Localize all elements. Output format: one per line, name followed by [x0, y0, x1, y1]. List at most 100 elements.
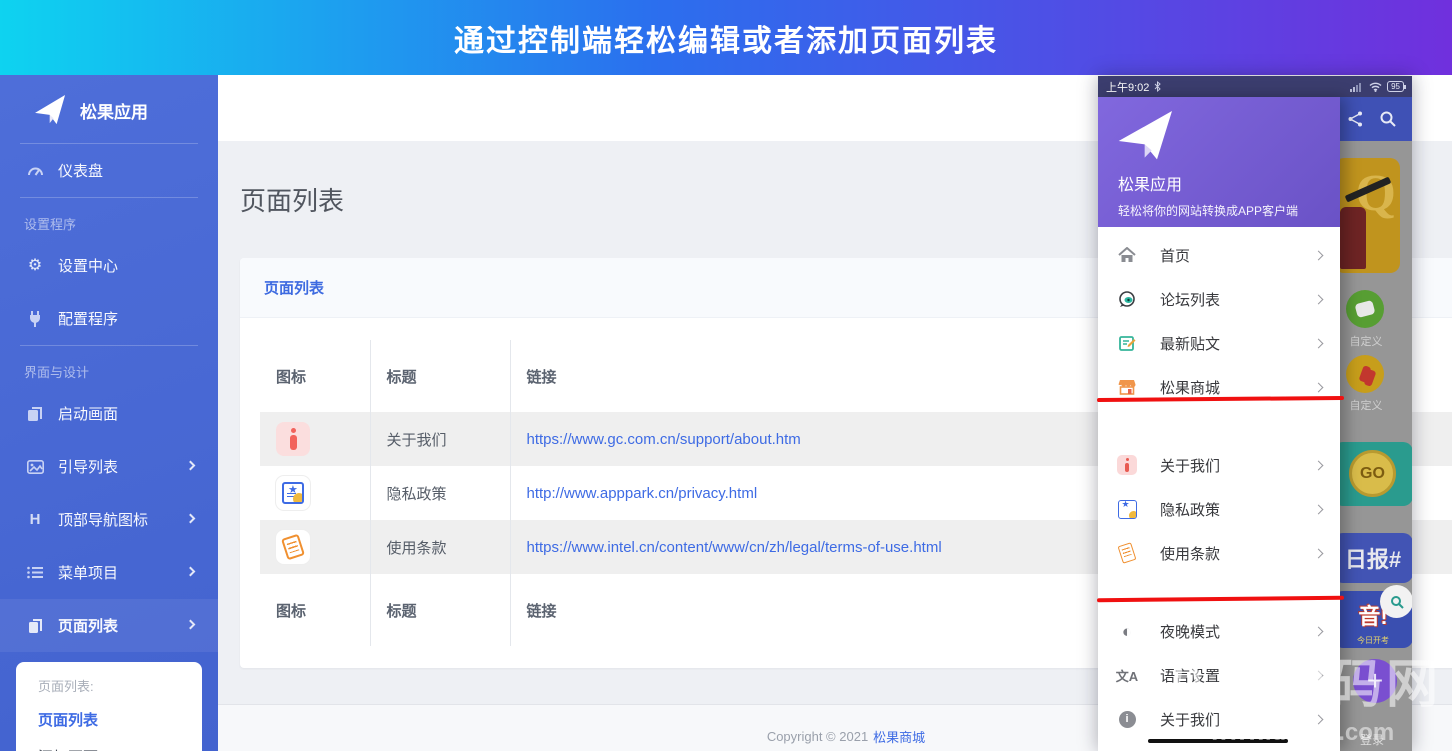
copyright-text: Copyright © 2021: [766, 729, 869, 744]
sidebar-logo[interactable]: 松果应用: [0, 75, 218, 143]
game-banner-image: Q: [1340, 158, 1400, 273]
sidebar-item-label: 页面列表: [58, 618, 119, 635]
splash-screen-icon: [24, 406, 46, 422]
chevron-right-icon: [1313, 670, 1324, 680]
drawer-header: 松果应用 轻松将你的网站转换成APP客户端: [1098, 97, 1340, 227]
sidebar-item-menu-items[interactable]: 菜单项目: [0, 546, 218, 599]
chevron-right-icon: [1313, 338, 1324, 348]
drawer-item-about-us[interactable]: 关于我们: [1098, 443, 1340, 487]
sidebar-item-label: 菜单项目: [58, 565, 119, 582]
sidebar-item-splash-screen[interactable]: 启动画面: [0, 387, 218, 440]
wifi-icon: [1369, 82, 1382, 92]
privacy-policy-icon: ★: [276, 476, 310, 510]
about-us-icon: [276, 422, 310, 456]
list-icon: [24, 566, 46, 579]
sidebar-item-label: 引导列表: [58, 459, 119, 476]
page-link[interactable]: https://www.intel.cn/content/www/cn/zh/l…: [527, 539, 942, 556]
drawer-item-night-mode[interactable]: ◐ 夜晚模式: [1098, 609, 1340, 653]
custom-app-icon-yellow[interactable]: [1346, 355, 1384, 393]
drawer-item-privacy-policy[interactable]: 隐私政策: [1098, 487, 1340, 531]
phone-app-background: Q 自定义 自定义 GO 日报# 音! 今日开考 + 登录: [1340, 97, 1412, 751]
banner-title: 通过控制端轻松编辑或者添加页面列表: [454, 24, 998, 58]
chevron-right-icon: [185, 513, 196, 524]
submenu-label: 页面列表:: [38, 679, 94, 694]
page-link[interactable]: http://www.apppark.cn/privacy.html: [527, 485, 758, 502]
sidebar-item-configure[interactable]: 配置程序: [0, 292, 218, 345]
phone-drawer: 松果应用 轻松将你的网站转换成APP客户端 首页 论坛列表 最新贴文 松果商城 …: [1098, 97, 1340, 751]
search-icon[interactable]: [1379, 110, 1397, 128]
shop-icon: [1112, 379, 1142, 395]
add-fab-button[interactable]: +: [1353, 659, 1397, 703]
share-icon[interactable]: [1348, 111, 1363, 127]
privacy-policy-icon: [1112, 499, 1142, 519]
sidebar-item-dashboard[interactable]: 仪表盘: [0, 144, 218, 197]
heading-icon: H: [29, 511, 41, 528]
drawer-menu: 首页 论坛列表 最新贴文 松果商城 关于我们 ★ 隐私政策 使用条款 ◐ 夜晚模…: [1098, 227, 1340, 741]
sidebar-item-label: 启动画面: [58, 406, 119, 423]
submenu-item-page-list[interactable]: 页面列表: [38, 709, 202, 730]
title-cell: 隐私政策: [369, 466, 510, 520]
pages-icon: [24, 618, 46, 634]
title-cell: 关于我们: [369, 412, 510, 466]
drawer-item-latest-posts[interactable]: 最新贴文: [1098, 321, 1340, 365]
bluetooth-icon: [1154, 81, 1162, 92]
footer-link[interactable]: 松果商城: [873, 727, 925, 746]
col-footer-icon: 图标: [276, 602, 307, 620]
col-header-icon: 图标: [276, 368, 307, 386]
drawer-item-forum-list[interactable]: 论坛列表: [1098, 277, 1340, 321]
chevron-right-icon: [1313, 460, 1324, 470]
plug-icon: [24, 310, 46, 327]
sidebar-logo-label: 松果应用: [80, 102, 148, 122]
chevron-right-icon: [1313, 250, 1324, 260]
terms-icon: [276, 530, 310, 564]
sidebar-item-page-list[interactable]: 页面列表: [0, 599, 218, 652]
chevron-right-icon: [185, 566, 196, 577]
page-link[interactable]: https://www.gc.com.cn/support/about.htm: [527, 431, 801, 448]
gears-icon: ⚙: [27, 256, 43, 274]
chevron-right-icon: [1313, 548, 1324, 558]
chevron-right-icon: [185, 619, 196, 630]
drawer-item-language[interactable]: 文A 语言设置: [1098, 653, 1340, 697]
guide-list-icon: [24, 459, 46, 474]
sidebar-item-settings-center[interactable]: ⚙ 设置中心: [0, 239, 218, 292]
sidebar: 松果应用 仪表盘 设置程序 ⚙ 设置中心 配置程序 界面与设计 启动画面 引导列…: [0, 75, 218, 751]
paper-plane-icon: [1118, 111, 1340, 161]
about-us-icon: [1112, 455, 1142, 475]
exam-note: 今日开考: [1357, 636, 1389, 645]
drawer-item-home[interactable]: 首页: [1098, 233, 1340, 277]
chevron-right-icon: [1313, 382, 1324, 392]
sidebar-submenu: 页面列表: 页面列表 添加页面: [16, 662, 202, 751]
drawer-item-about-bottom[interactable]: i 关于我们: [1098, 697, 1340, 741]
sidebar-section-settings: 设置程序: [24, 217, 77, 232]
daily-report-card: 日报#: [1340, 533, 1412, 583]
go-badge: GO: [1349, 450, 1396, 497]
signal-icon: [1350, 82, 1364, 92]
col-header-title: 标题: [369, 340, 510, 412]
post-edit-icon: [1112, 335, 1142, 352]
home-indicator: [1148, 739, 1288, 743]
sidebar-item-guide-list[interactable]: 引导列表: [0, 440, 218, 493]
battery-icon: 95: [1387, 81, 1406, 92]
drawer-item-pinecone-mall[interactable]: 松果商城: [1098, 365, 1340, 409]
home-icon: [1112, 247, 1142, 263]
custom-app-icon-green[interactable]: [1346, 290, 1384, 328]
page-banner: 通过控制端轻松编辑或者添加页面列表: [0, 0, 1452, 75]
sidebar-section-ui-design: 界面与设计: [24, 365, 90, 380]
chevron-right-icon: [1313, 714, 1324, 724]
custom-label: 自定义: [1349, 400, 1383, 412]
go-badge-card: GO: [1340, 442, 1412, 506]
page-root: 通过控制端轻松编辑或者添加页面列表 松果应用 仪表盘 设置程序 ⚙ 设置中心 配: [0, 0, 1452, 751]
sidebar-item-label: 配置程序: [58, 311, 119, 328]
chevron-right-icon: [185, 460, 196, 471]
submenu-item-add-page[interactable]: 添加页面: [38, 746, 202, 751]
drawer-item-terms[interactable]: 使用条款: [1098, 531, 1340, 575]
title-cell: 使用条款: [369, 520, 510, 574]
sidebar-item-top-nav-icons[interactable]: H 顶部导航图标: [0, 493, 218, 546]
paper-plane-icon: [34, 95, 68, 125]
search-bubble-icon[interactable]: [1380, 585, 1412, 618]
info-icon: i: [1112, 710, 1142, 728]
phone-status-bar: 上午9:02 95: [1098, 76, 1412, 97]
custom-label: 自定义: [1349, 336, 1383, 348]
login-label[interactable]: 登录: [1344, 731, 1400, 748]
icon-cell: ★: [260, 466, 370, 520]
